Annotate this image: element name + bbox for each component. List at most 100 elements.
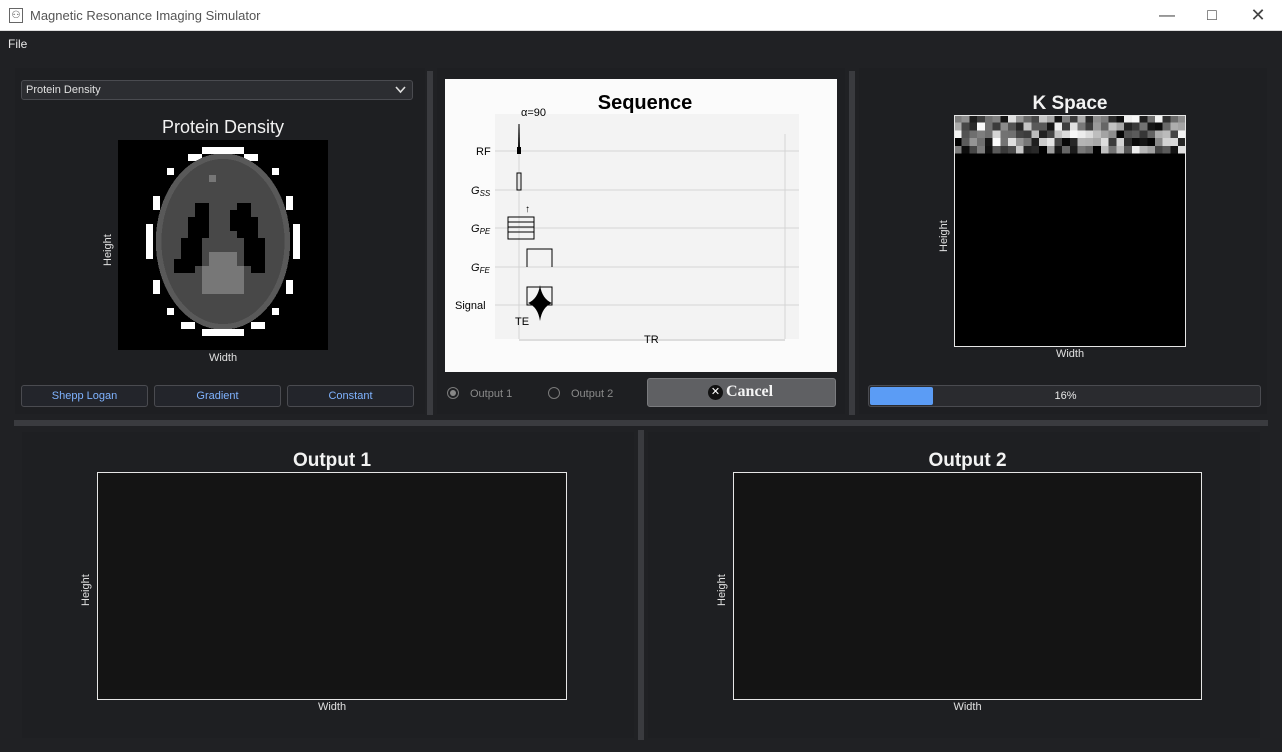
kspace-pixel: [1069, 145, 1078, 154]
kspace-pixel: [1139, 138, 1148, 146]
window-titlebar: ⚇ Magnetic Resonance Imaging Simulator —…: [0, 0, 1282, 31]
kspace-pixel: [961, 130, 970, 139]
kspace-pixel: [1178, 145, 1186, 154]
kspace-pixel: [1085, 115, 1094, 123]
kspace-pixel: [1154, 115, 1163, 123]
kspace-image[interactable]: [954, 115, 1186, 347]
output1-radio[interactable]: [447, 387, 459, 399]
kspace-pixel: [984, 130, 993, 139]
tr-label: TR: [644, 334, 659, 346]
close-icon[interactable]: ✕: [1235, 0, 1281, 31]
kspace-pixel: [1108, 122, 1117, 131]
kspace-pixel: [1077, 145, 1086, 154]
menu-file[interactable]: File: [8, 37, 27, 51]
kspace-pixel: [1116, 138, 1125, 146]
output2-image[interactable]: [733, 472, 1202, 700]
kspace-pixel: [1093, 145, 1101, 154]
kspace-pixel: [1131, 115, 1140, 123]
kspace-pixel: [1178, 115, 1186, 123]
kspace-pixel: [1015, 115, 1024, 123]
menubar: [0, 31, 1282, 57]
cancel-icon: ✕: [708, 385, 723, 400]
kspace-pixel: [984, 138, 993, 146]
kspace-pixel: [1062, 145, 1070, 154]
kspace-pixel: [1093, 130, 1101, 139]
kspace-pixel: [1162, 138, 1171, 146]
output1-image[interactable]: [97, 472, 567, 700]
kspace-pixel: [961, 145, 970, 154]
kspace-pixel: [1093, 122, 1101, 131]
kspace-pixel: [1100, 138, 1109, 146]
kspace-pixel: [1162, 115, 1171, 123]
splitter-horizontal[interactable]: [14, 420, 1268, 426]
kspace-pixel: [1170, 145, 1179, 154]
kspace-pixel: [992, 138, 1001, 146]
flip-angle-label: α=90: [521, 107, 546, 119]
shepp-logan-button[interactable]: Shepp Logan: [21, 385, 148, 407]
kspace-pixel: [1039, 145, 1047, 154]
cancel-button[interactable]: ✕ Cancel: [647, 378, 836, 407]
kspace-pixel: [1069, 115, 1078, 123]
kspace-pixel: [984, 115, 993, 123]
kspace-pixel: [977, 145, 985, 154]
kspace-pixel: [1077, 130, 1086, 139]
phantom-image[interactable]: [118, 140, 328, 350]
kspace-pixel: [954, 145, 962, 154]
kspace-pixel: [1046, 145, 1055, 154]
kspace-pixel: [977, 130, 985, 139]
kspace-pixel: [1077, 122, 1086, 131]
kspace-pixel: [1054, 122, 1063, 131]
kspace-pixel: [1131, 122, 1140, 131]
kspace-pixel: [1139, 122, 1148, 131]
app-icon: ⚇: [9, 8, 23, 23]
kspace-pixel: [1023, 145, 1032, 154]
kspace-pixel: [1170, 138, 1179, 146]
constant-button[interactable]: Constant: [287, 385, 414, 407]
splitter-bottom[interactable]: [638, 430, 644, 740]
kspace-pixel: [1062, 130, 1070, 139]
kspace-pixel: [1015, 130, 1024, 139]
output2-radio[interactable]: [548, 387, 560, 399]
kspace-pixel: [1046, 138, 1055, 146]
phantom-ylabel: Height: [102, 234, 114, 266]
kspace-pixel: [1124, 122, 1132, 131]
kspace-pixel: [992, 130, 1001, 139]
kspace-pixel: [1077, 138, 1086, 146]
kspace-pixel: [1085, 138, 1094, 146]
output2-ylabel: Height: [716, 574, 728, 606]
kspace-pixel: [1015, 122, 1024, 131]
kspace-pixel: [961, 115, 970, 123]
phantom-type-select[interactable]: Protein Density: [21, 80, 413, 100]
kspace-pixel: [1069, 138, 1078, 146]
kspace-pixel: [1154, 130, 1163, 139]
kspace-pixel: [969, 138, 978, 146]
kspace-pixel: [1031, 138, 1040, 146]
kspace-pixel: [1108, 115, 1117, 123]
phantom-plot-title: Protein Density: [161, 117, 285, 137]
kspace-pixel: [1131, 138, 1140, 146]
kspace-pixel: [992, 122, 1001, 131]
minimize-icon[interactable]: —: [1144, 0, 1190, 31]
kspace-pixel: [1085, 130, 1094, 139]
kspace-pixel: [1162, 130, 1171, 139]
svg-text:GSS: GSS: [471, 185, 491, 198]
kspace-pixel: [1162, 145, 1171, 154]
te-label: TE: [515, 316, 529, 328]
kspace-pixel: [1000, 122, 1009, 131]
kspace-pixel: [992, 115, 1001, 123]
kspace-pixel: [1085, 122, 1094, 131]
kspace-pixel: [1008, 115, 1016, 123]
splitter-right[interactable]: [849, 71, 855, 415]
kspace-pixel: [1116, 122, 1125, 131]
kspace-pixel: [1062, 138, 1070, 146]
window-title: Magnetic Resonance Imaging Simulator: [30, 8, 261, 23]
kspace-pixel: [1062, 115, 1070, 123]
kspace-ylabel: Height: [938, 220, 950, 252]
maximize-icon[interactable]: □: [1189, 0, 1235, 31]
output1-ylabel: Height: [80, 574, 92, 606]
kspace-pixel: [1139, 130, 1148, 139]
splitter-left[interactable]: [427, 71, 433, 415]
gradient-button[interactable]: Gradient: [154, 385, 281, 407]
cancel-label: Cancel: [726, 383, 774, 400]
output1-title: Output 1: [292, 450, 372, 471]
